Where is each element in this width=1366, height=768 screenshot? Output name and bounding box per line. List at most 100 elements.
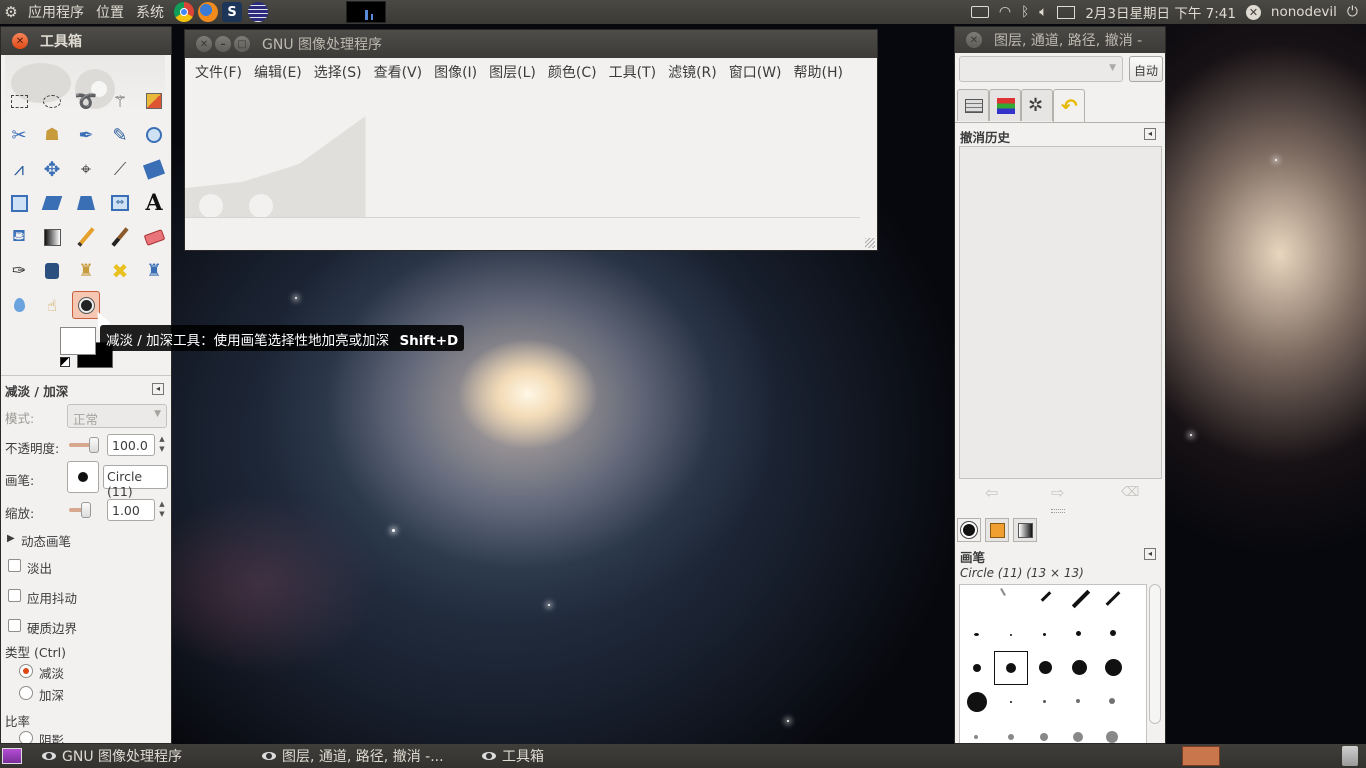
tool-options-menu-icon[interactable]: ◂ (152, 383, 164, 395)
wifi-icon[interactable]: ◠ (999, 4, 1011, 20)
redo-button[interactable]: ⇨ (1051, 483, 1064, 502)
default-colors-icon[interactable] (60, 357, 70, 367)
brushes-grid[interactable] (959, 584, 1147, 743)
pane-separator-handle[interactable] (1051, 509, 1065, 513)
color-picker-tool[interactable]: ✎ (106, 121, 134, 149)
menu-file[interactable]: 文件(F) (189, 62, 248, 82)
bluetooth-icon[interactable]: ᛒ (1021, 4, 1029, 20)
volume-icon[interactable]: 🔈︎ (1039, 4, 1047, 20)
fuzzy-select-tool[interactable]: ⚚ (106, 87, 134, 115)
menu-applications[interactable]: 应用程序 (22, 2, 90, 22)
scale-slider-handle[interactable] (81, 502, 91, 518)
heal-tool[interactable]: ✖ (106, 257, 134, 285)
menu-edit[interactable]: 编辑(E) (248, 62, 308, 82)
minimize-icon[interactable]: – (215, 36, 231, 52)
rotate-tool[interactable] (140, 155, 168, 183)
zoom-tool[interactable] (140, 121, 168, 149)
jitter-checkbox[interactable] (8, 589, 21, 602)
task-toolbox[interactable]: 工具箱 (482, 744, 544, 768)
brushes-scrollbar[interactable] (1149, 584, 1161, 724)
undo-history-list[interactable] (959, 146, 1162, 479)
clone-tool[interactable]: ♜ (72, 257, 100, 285)
menu-tools[interactable]: 工具(T) (603, 62, 662, 82)
tab-channels[interactable] (989, 89, 1021, 121)
resize-grip-icon[interactable] (865, 238, 875, 248)
user-icon[interactable]: ✕ (1245, 4, 1261, 20)
tab-brushes[interactable] (957, 518, 981, 542)
scissors-tool[interactable]: ✂ (5, 121, 33, 149)
scale-tool[interactable] (5, 189, 33, 217)
measure-tool[interactable]: ⩘ (5, 155, 33, 183)
opacity-spin-arrows[interactable]: ▲ ▼ (156, 434, 168, 456)
ink-tool[interactable] (38, 257, 66, 285)
flip-tool[interactable]: ⇔ (106, 189, 134, 217)
panel-menu-icon[interactable]: ◂ (1144, 548, 1156, 560)
smudge-tool[interactable]: ☝ (38, 291, 66, 319)
username[interactable]: nonodevil (1271, 4, 1337, 20)
perspective-clone-tool[interactable]: ♜ (140, 257, 168, 285)
tab-gradients[interactable] (1013, 518, 1037, 542)
menu-select[interactable]: 选择(S) (308, 62, 368, 82)
close-icon[interactable]: ✕ (12, 33, 28, 49)
type-dodge-radio[interactable] (19, 664, 33, 678)
dynamics-expander[interactable]: 动态画笔 (21, 531, 71, 550)
paintbrush-tool[interactable] (106, 223, 134, 251)
clock-datetime[interactable]: 2月3日星期日 下午 7:41 (1085, 2, 1236, 22)
free-select-tool[interactable]: ➰ (72, 87, 100, 115)
bucket-fill-tool[interactable]: ⛾ (5, 223, 33, 251)
opacity-input[interactable]: 100.0 (107, 434, 155, 456)
mail-icon[interactable] (1057, 5, 1076, 19)
foreground-color-swatch[interactable] (60, 327, 96, 355)
brush-name-field[interactable]: Circle (11) (103, 465, 168, 499)
menu-view[interactable]: 查看(V) (368, 62, 429, 82)
workspace-switcher[interactable] (1182, 746, 1220, 766)
close-icon[interactable]: ✕ (966, 32, 982, 48)
menu-system[interactable]: 系统 (130, 2, 170, 22)
eclipse-launcher-icon[interactable] (248, 2, 268, 22)
power-icon[interactable]: ⏻ (1347, 4, 1358, 20)
tab-patterns[interactable] (985, 518, 1009, 542)
text-tool[interactable]: A (140, 189, 168, 217)
scale-spin-arrows[interactable]: ▲ ▼ (156, 499, 168, 521)
airbrush-tool[interactable]: ✑ (5, 257, 33, 285)
menu-help[interactable]: 帮助(H) (788, 62, 849, 82)
empty-canvas-area[interactable] (185, 86, 877, 218)
trash-icon[interactable] (1342, 746, 1358, 766)
menu-colors[interactable]: 颜色(C) (542, 62, 603, 82)
align-tool[interactable]: ⌖ (72, 155, 100, 183)
scale-input[interactable]: 1.00 (107, 499, 155, 521)
eraser-tool[interactable] (140, 223, 168, 251)
panel-menu-icon[interactable]: ◂ (1144, 128, 1156, 140)
blend-tool[interactable] (38, 223, 66, 251)
expander-arrow-icon[interactable]: ▶ (7, 533, 15, 544)
brush-preview-button[interactable] (67, 461, 99, 493)
menu-windows[interactable]: 窗口(W) (723, 62, 788, 82)
ubuntu-logo-icon[interactable]: ⚙ (0, 3, 22, 21)
tab-layers[interactable] (957, 89, 989, 121)
paths-tool[interactable]: ✒ (72, 121, 100, 149)
foreground-select-tool[interactable]: ☗ (38, 121, 66, 149)
tab-paths[interactable]: ✲ (1021, 89, 1053, 121)
opacity-slider-handle[interactable] (89, 437, 99, 453)
close-icon[interactable]: ✕ (196, 36, 212, 52)
ratio-shadows-radio[interactable] (19, 731, 33, 743)
keyboard-indicator-icon[interactable] (970, 6, 989, 18)
undo-button[interactable]: ⇦ (985, 483, 998, 502)
menu-image[interactable]: 图像(I) (428, 62, 483, 82)
main-titlebar[interactable]: ✕ – □ GNU 图像处理程序 (185, 30, 877, 58)
hard-edge-checkbox[interactable] (8, 619, 21, 632)
perspective-tool[interactable] (72, 189, 100, 217)
select-by-color-tool[interactable] (140, 87, 168, 115)
image-select-dropdown[interactable]: ▼ (959, 56, 1123, 82)
menu-places[interactable]: 位置 (90, 2, 130, 22)
shear-tool[interactable] (38, 189, 66, 217)
toolbox-titlebar[interactable]: ✕ 工具箱 (1, 27, 171, 55)
maximize-icon[interactable]: □ (234, 36, 250, 52)
menu-filters[interactable]: 滤镜(R) (662, 62, 723, 82)
fade-checkbox[interactable] (8, 559, 21, 572)
tab-undo-history[interactable]: ↶ (1053, 89, 1085, 123)
ellipse-select-tool[interactable] (38, 87, 66, 115)
clear-history-button[interactable]: ⌫ (1121, 485, 1139, 500)
firefox-launcher-icon[interactable] (198, 2, 218, 22)
rect-select-tool[interactable] (5, 87, 33, 115)
